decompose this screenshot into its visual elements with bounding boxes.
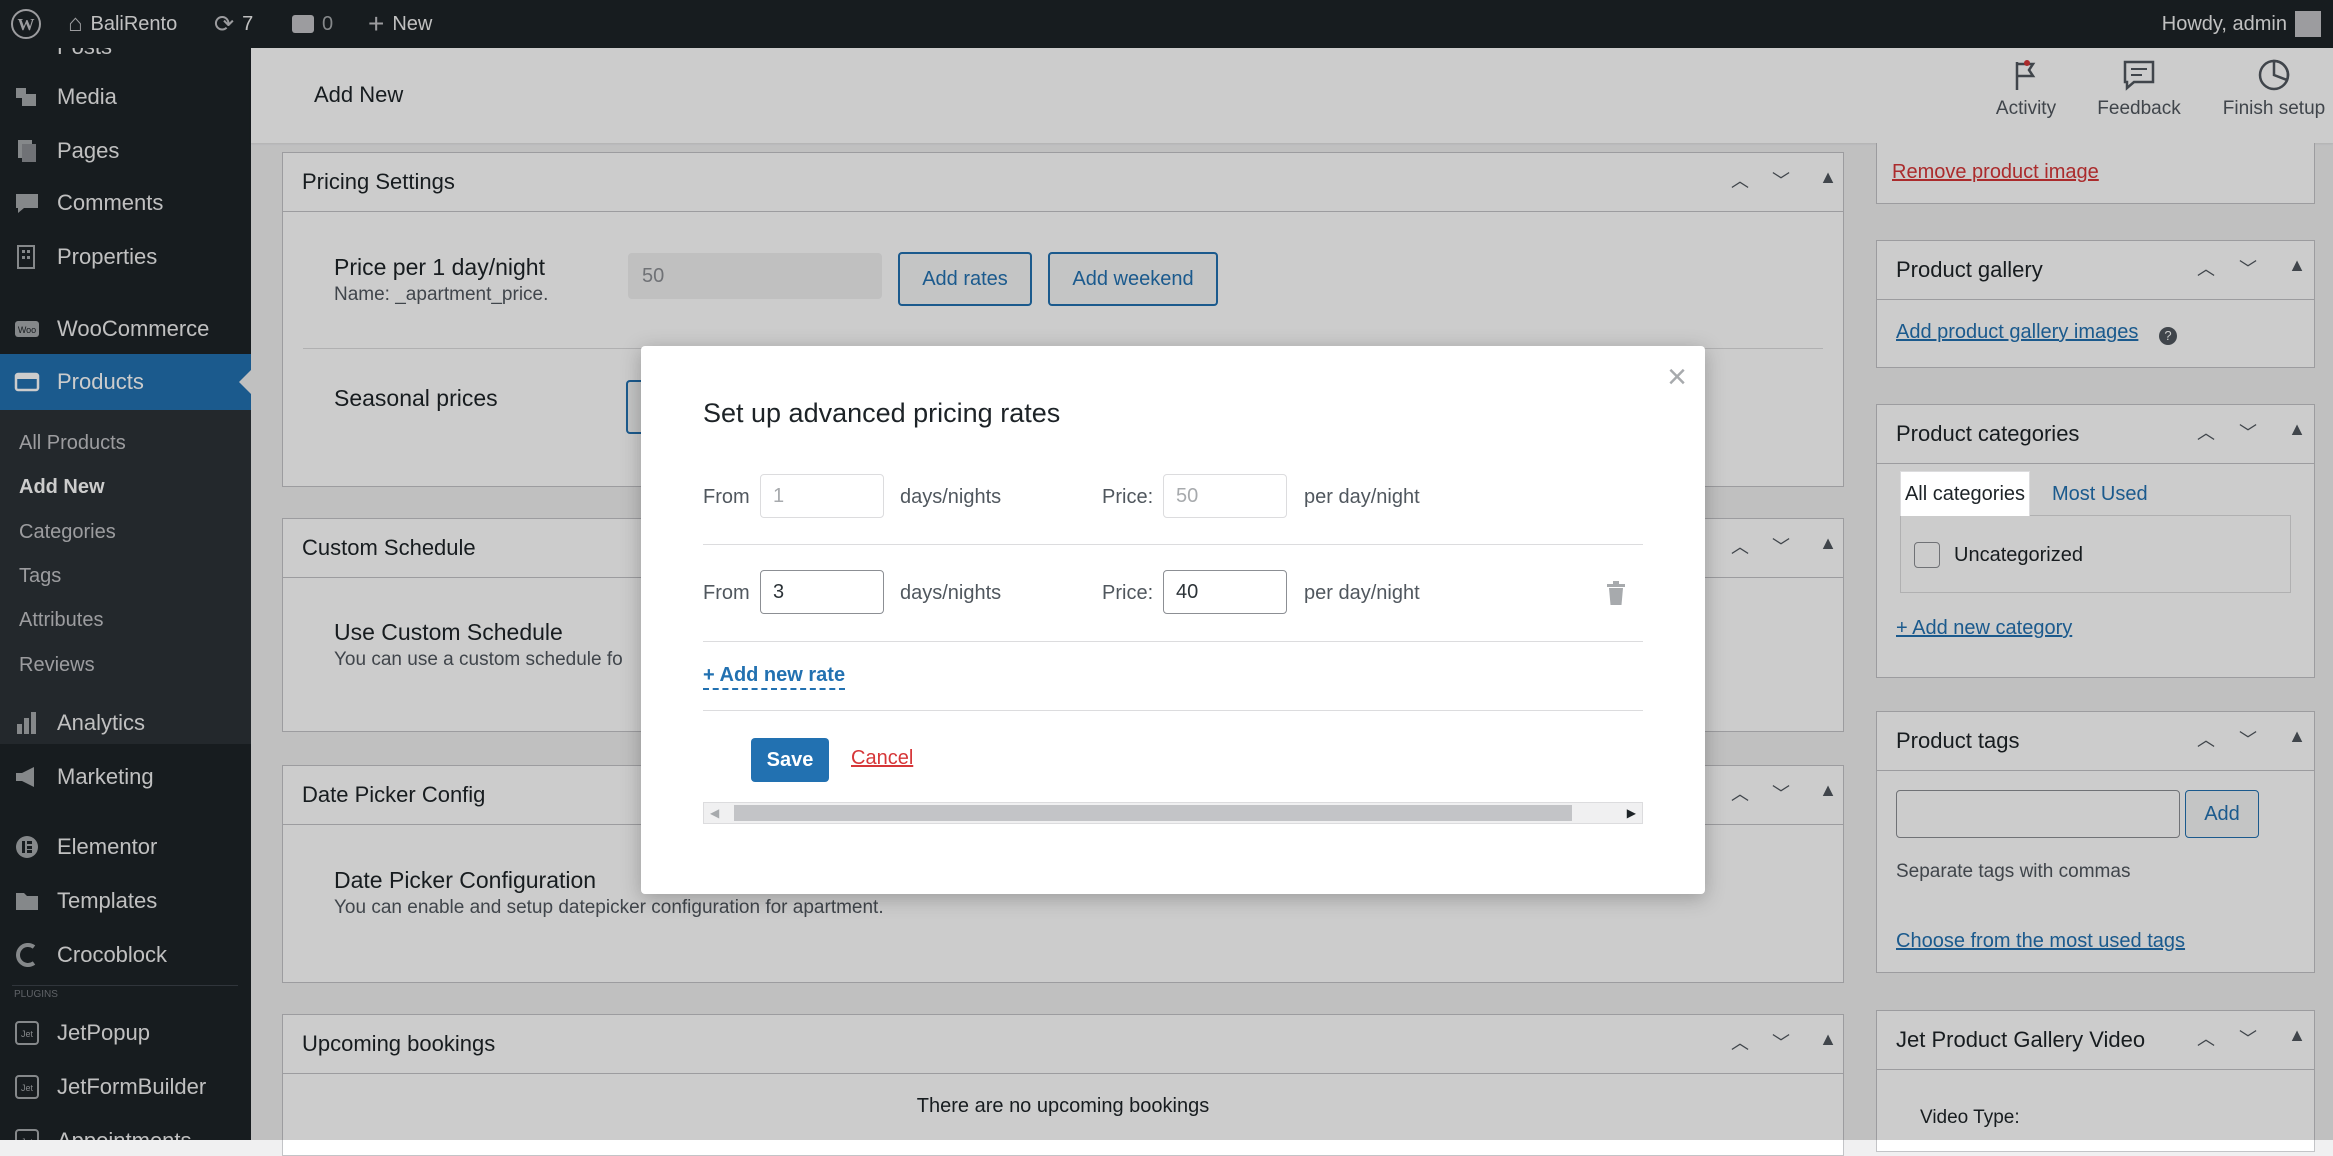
- from-value: 3: [773, 580, 785, 603]
- price-input[interactable]: 50: [1163, 474, 1287, 518]
- per-label: per day/night: [1304, 486, 1420, 508]
- divider: [703, 641, 1643, 642]
- price-value: 50: [1176, 484, 1199, 507]
- per-label: per day/night: [1304, 582, 1420, 604]
- close-icon[interactable]: ×: [1667, 360, 1687, 394]
- from-value: 1: [773, 484, 785, 507]
- price-input[interactable]: 40: [1163, 570, 1287, 614]
- modal-title: Set up advanced pricing rates: [703, 398, 1061, 428]
- scrollbar-thumb[interactable]: [734, 805, 1572, 821]
- cancel-link[interactable]: Cancel: [851, 747, 913, 770]
- from-label: From: [703, 582, 750, 604]
- from-days-input[interactable]: 1: [760, 474, 884, 518]
- from-days-input[interactable]: 3: [760, 570, 884, 614]
- price-label: Price:: [1102, 486, 1154, 508]
- save-button[interactable]: Save: [751, 738, 829, 782]
- tab-label: All categories: [1904, 483, 2026, 505]
- horizontal-scrollbar[interactable]: ◀ ▶: [703, 802, 1643, 824]
- price-label: Price:: [1102, 582, 1154, 604]
- divider: [703, 544, 1643, 545]
- save-label: Save: [766, 748, 814, 771]
- pricing-rates-modal: × Set up advanced pricing rates From 1 d…: [641, 346, 1705, 894]
- divider: [703, 710, 1643, 711]
- from-label: From: [703, 486, 750, 508]
- days-label: days/nights: [900, 486, 1002, 508]
- tab-all-categories[interactable]: All categories: [1900, 471, 2030, 516]
- scroll-right-icon[interactable]: ▶: [1627, 806, 1636, 820]
- trash-icon[interactable]: [1605, 580, 1627, 606]
- scroll-left-icon[interactable]: ◀: [710, 806, 719, 820]
- price-value: 40: [1176, 580, 1199, 603]
- add-new-rate-link[interactable]: + Add new rate: [703, 664, 846, 690]
- days-label: days/nights: [900, 582, 1002, 604]
